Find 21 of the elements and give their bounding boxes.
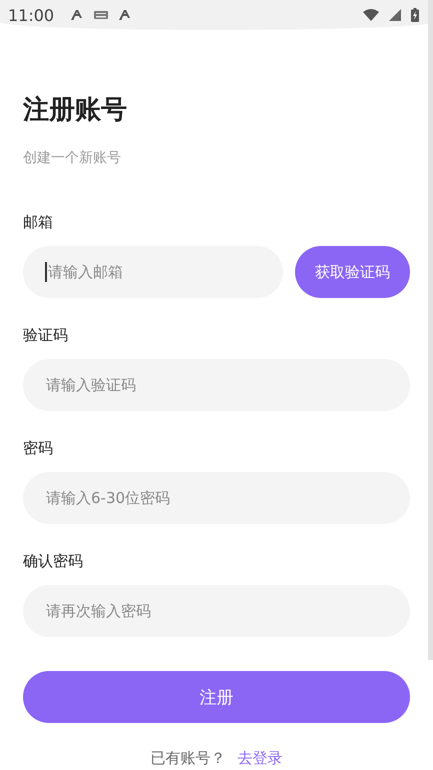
field-label: 验证码 xyxy=(23,326,69,345)
notification-icon xyxy=(70,9,84,21)
input-field[interactable]: 请输入6-30位密码 xyxy=(23,472,410,524)
field-label: 密码 xyxy=(23,439,54,458)
signal-icon xyxy=(389,9,401,21)
register-button[interactable]: 注册 xyxy=(23,671,410,723)
input-field[interactable]: 请输入验证码 xyxy=(23,359,410,411)
page-title: 注册账号 xyxy=(23,94,128,127)
keyboard-icon xyxy=(94,11,108,19)
page-subtitle: 创建一个新账号 xyxy=(23,149,122,167)
input-field[interactable]: 请再次输入密码 xyxy=(23,585,410,637)
field-label: 邮箱 xyxy=(23,213,54,232)
login-link[interactable]: 去登录 xyxy=(238,749,282,768)
wifi-icon xyxy=(363,9,379,21)
status-time: 11:00 xyxy=(8,6,54,24)
footer-text: 已有账号？ xyxy=(150,749,226,768)
field-label: 确认密码 xyxy=(23,552,84,571)
notification-icon xyxy=(118,9,132,21)
input-field[interactable]: 请输入邮箱 xyxy=(23,246,283,298)
get-code-button[interactable]: 获取验证码 xyxy=(295,246,410,298)
battery-icon xyxy=(411,8,419,22)
